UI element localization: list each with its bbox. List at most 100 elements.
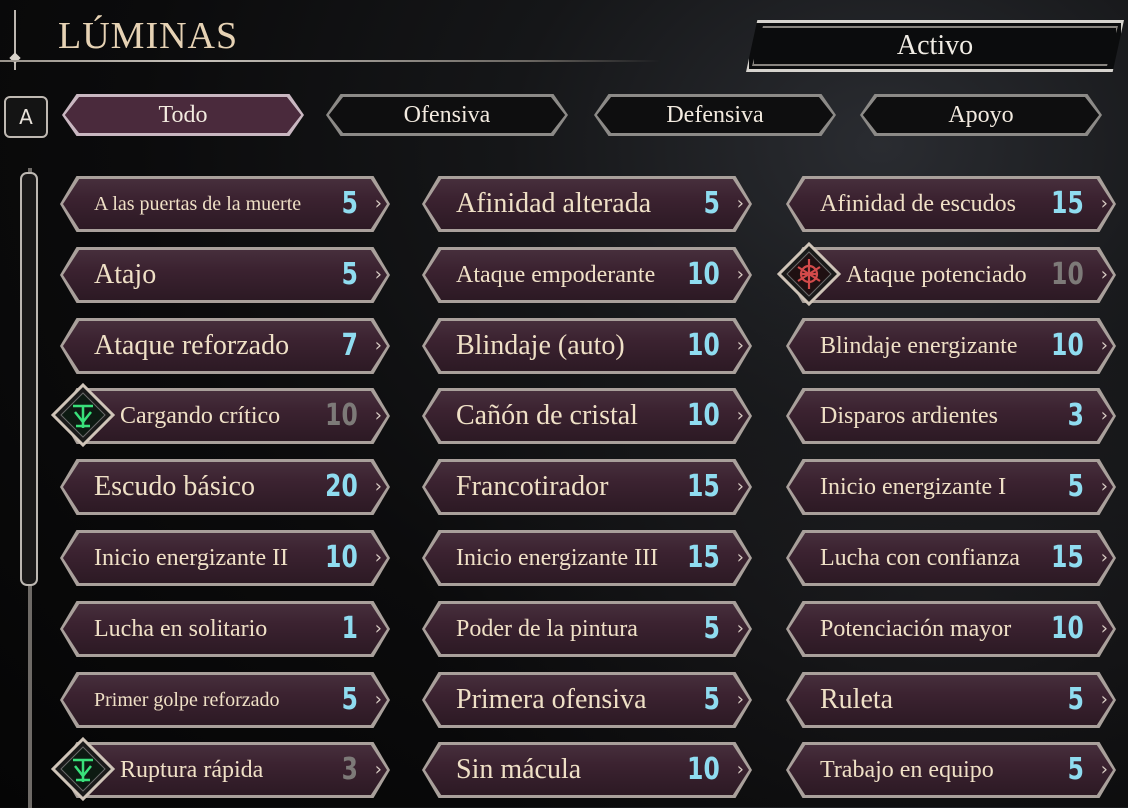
lumina-name: Lucha en solitario [94,616,268,642]
lumina-name: Inicio energizante III [456,545,659,571]
tab-label: Todo [158,101,208,128]
chevron-right-icon: › [736,335,744,356]
lumina-cost: 10 [1051,328,1084,363]
page-title: LÚMINAS [58,15,239,57]
lumina-card[interactable]: Ataque reforzado 7 › [60,318,390,374]
chevron-right-icon: › [736,689,744,710]
lumina-cost: 3 [1067,398,1084,433]
chevron-right-icon: › [374,618,382,639]
chevron-right-icon: › [736,547,744,568]
chevron-right-icon: › [374,405,382,426]
chevron-right-icon: › [374,264,382,285]
scrollbar-thumb[interactable] [20,172,38,586]
lumina-card[interactable]: Cañón de cristal 10 › [422,388,752,444]
lumina-name: Primera ofensiva [456,684,647,715]
lumina-cost: 5 [1067,682,1084,717]
chevron-right-icon: › [374,193,382,214]
lumina-cost: 5 [341,682,358,717]
lumina-name: Trabajo en equipo [820,757,994,783]
green-rune-icon [50,736,116,802]
lumina-name: Sin mácula [456,754,582,785]
lumina-cost: 5 [341,186,358,221]
tab-defensiva[interactable]: Defensiva [594,94,836,136]
lumina-name: Inicio energizante II [94,545,289,571]
a-key-hint[interactable]: A [4,96,48,138]
chevron-right-icon: › [736,476,744,497]
lumina-card[interactable]: Inicio energizante III 15 › [422,530,752,586]
lumina-card[interactable]: Poder de la pintura 5 › [422,601,752,657]
lumina-cost: 20 [325,469,358,504]
lumina-name: Ataque potenciado [846,262,1027,288]
lumina-name: Ruleta [820,684,894,715]
lumina-card[interactable]: Primer golpe reforzado 5 › [60,672,390,728]
lumina-cost: 7 [341,328,358,363]
chevron-right-icon: › [374,547,382,568]
lumina-card[interactable]: Francotirador 15 › [422,459,752,515]
chevron-right-icon: › [736,759,744,780]
lumina-card[interactable]: Inicio energizante I 5 › [786,459,1116,515]
lumina-card[interactable]: Ruleta 5 › [786,672,1116,728]
lumina-card[interactable]: Blindaje (auto) 10 › [422,318,752,374]
lumina-name: Blindaje energizante [820,333,1018,359]
chevron-right-icon: › [736,618,744,639]
lumina-card[interactable]: Inicio energizante II 10 › [60,530,390,586]
lumina-card[interactable]: Escudo básico 20 › [60,459,390,515]
lumina-name: Disparos ardientes [820,403,998,429]
chevron-right-icon: › [374,476,382,497]
lumina-cost: 10 [687,257,720,292]
lumina-cost: 10 [325,540,358,575]
lumina-cost: 10 [687,328,720,363]
lumina-cost: 5 [341,257,358,292]
lumina-card[interactable]: A las puertas de la muerte 5 › [60,176,390,232]
lumina-cost: 15 [687,469,720,504]
lumina-cost: 10 [1051,257,1084,292]
lumina-cost: 10 [687,752,720,787]
lumina-card[interactable]: Cargando crítico 10 › [50,382,390,448]
lumina-card[interactable]: Trabajo en equipo 5 › [786,742,1116,798]
lumina-cost: 5 [703,611,720,646]
lumina-card[interactable]: Ruptura rápida 3 › [50,736,390,802]
lumina-name: Cañón de cristal [456,400,638,431]
lumina-card[interactable]: Ataque potenciado 10 › [776,241,1116,307]
lumina-name: Poder de la pintura [456,616,638,642]
lumina-cost: 10 [687,398,720,433]
chevron-right-icon: › [1100,618,1108,639]
tab-label: Ofensiva [403,101,491,128]
lumina-card[interactable]: Potenciación mayor 10 › [786,601,1116,657]
tab-todo[interactable]: Todo [62,94,304,136]
lumina-name: Afinidad alterada [456,188,652,219]
lumina-cost: 5 [703,682,720,717]
lumina-card[interactable]: Lucha con confianza 15 › [786,530,1116,586]
chevron-right-icon: › [1100,335,1108,356]
lumina-card[interactable]: Ataque empoderante 10 › [422,247,752,303]
chevron-right-icon: › [1100,759,1108,780]
green-rune-icon [50,382,116,448]
tab-label: Apoyo [948,101,1014,128]
tab-ofensiva[interactable]: Ofensiva [326,94,568,136]
lumina-card[interactable]: Atajo 5 › [60,247,390,303]
lumina-cost: 1 [341,611,358,646]
status-indicator[interactable]: Activo [746,20,1124,72]
tab-label: Defensiva [666,101,764,128]
lumina-name: Ataque reforzado [94,330,290,361]
chevron-right-icon: › [1100,264,1108,285]
lumina-card[interactable]: Primera ofensiva 5 › [422,672,752,728]
chevron-right-icon: › [374,759,382,780]
lumina-name: Blindaje (auto) [456,330,625,361]
lumina-name: Francotirador [456,471,609,502]
lumina-card[interactable]: Afinidad alterada 5 › [422,176,752,232]
tab-apoyo[interactable]: Apoyo [860,94,1102,136]
lumina-card[interactable]: Sin mácula 10 › [422,742,752,798]
lumina-card[interactable]: Disparos ardientes 3 › [786,388,1116,444]
chevron-right-icon: › [736,264,744,285]
lumina-card[interactable]: Blindaje energizante 10 › [786,318,1116,374]
lumina-cost: 5 [703,186,720,221]
lumina-cost: 15 [687,540,720,575]
chevron-right-icon: › [1100,476,1108,497]
lumina-name: Atajo [94,259,157,290]
chevron-right-icon: › [1100,193,1108,214]
lumina-cost: 15 [1051,186,1084,221]
lumina-card[interactable]: Afinidad de escudos 15 › [786,176,1116,232]
lumina-card[interactable]: Lucha en solitario 1 › [60,601,390,657]
lumina-cost: 10 [325,398,358,433]
